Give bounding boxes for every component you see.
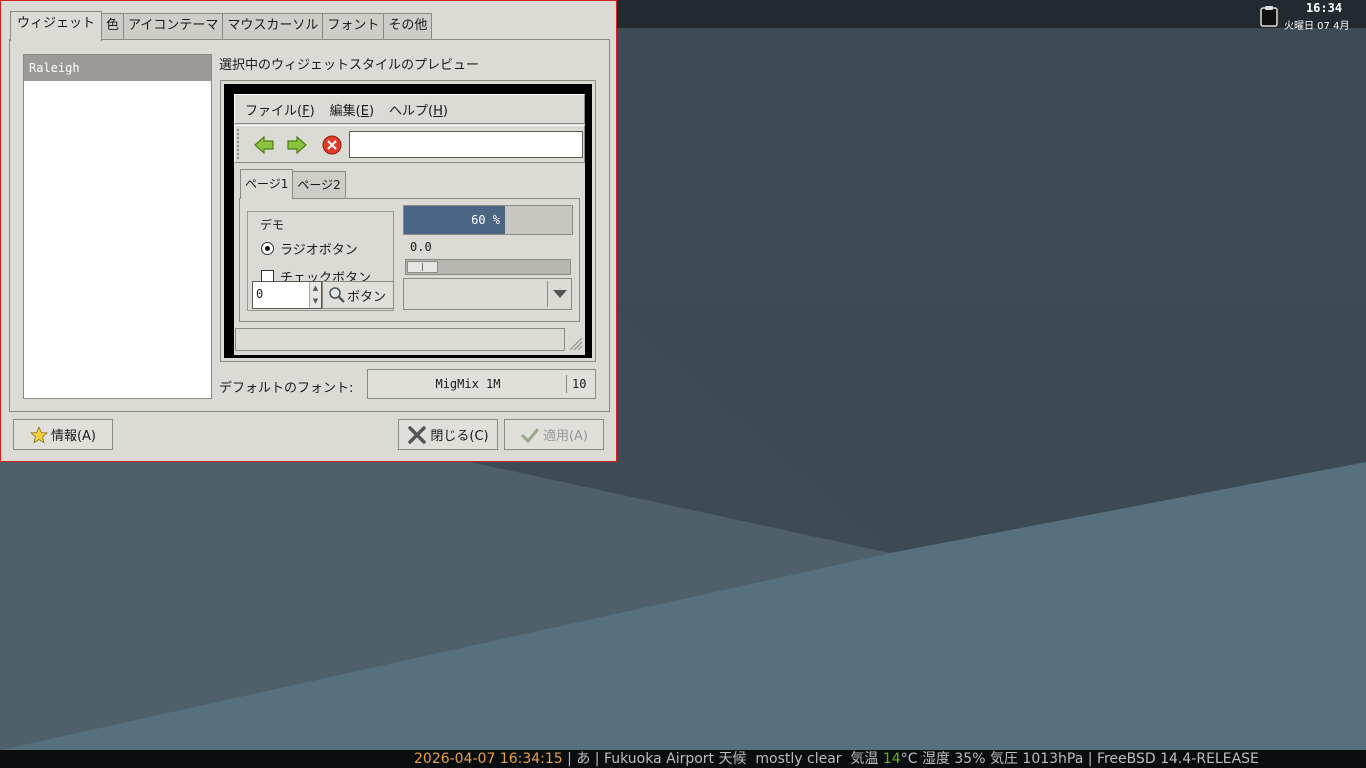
close-button[interactable]: 閉じる(C) [398,419,498,450]
menu-edit[interactable]: 編集(E) [330,100,374,119]
menu-file-mnemonic: F [302,103,310,119]
preview-text-entry[interactable] [349,131,583,158]
preview-toolbar [234,125,585,163]
tab-widget[interactable]: ウィジェット [10,11,103,41]
tab-page2[interactable]: ページ2 [292,171,346,198]
tab-page1[interactable]: ページ1 [240,169,294,199]
clock-time[interactable]: 16:34 [1304,1,1344,15]
menu-help-close-paren: ) [442,103,448,119]
preview-label: 選択中のウィジェットスタイルのプレビュー [219,58,480,73]
forward-arrow-icon[interactable] [286,134,308,156]
preview-menubar: ファイル(F) 編集(E) ヘルプ(H) [234,94,585,124]
preview-border: ファイル(F) 編集(E) ヘルプ(H) ページ1 ページ2 デモ ラジオボタン… [224,84,592,358]
spin-value: 0 [256,287,264,301]
status-datetime: 2026-04-07 16:34:15 [414,751,563,767]
about-button-label: 情報(A) [50,429,97,444]
demo-progress-bar: 60 % [403,205,573,235]
default-font-label: デフォルトのフォント: [219,381,354,396]
status-separator: | [590,751,604,767]
font-picker-button[interactable]: MigMix 1M 10 [367,369,596,399]
preview-window: ファイル(F) 編集(E) ヘルプ(H) ページ1 ページ2 デモ ラジオボタン… [234,94,585,355]
close-button-label: 閉じる(C) [430,429,489,444]
tab-mouse-cursor[interactable]: マウスカーソル [222,13,324,41]
menu-help-mnemonic: H [433,103,443,119]
toolbar-handle[interactable] [237,129,243,159]
menu-edit-mnemonic: E [360,103,369,119]
scale-value: 0.0 [410,240,432,254]
resize-grip-icon[interactable] [567,334,583,352]
apply-button[interactable]: 適用(A) [504,419,604,450]
radio-label: ラジオボタン [280,243,358,258]
demo-scale[interactable] [405,259,571,275]
menu-file-label: ファイル( [245,103,303,119]
menu-help-label: ヘルプ( [389,103,434,119]
star-icon [29,425,48,443]
status-temperature: 14 [882,751,901,767]
font-name: MigMix 1M [435,377,501,391]
tab-other[interactable]: その他 [383,13,433,41]
spin-arrows[interactable]: ▲ ▼ [309,282,321,308]
clock-date: 火曜日 07 4月 [1284,21,1350,32]
scale-slider-handle[interactable] [407,261,438,273]
about-button[interactable]: 情報(A) [13,419,113,450]
tab-font[interactable]: フォント [322,13,385,41]
status-ime: あ [576,751,591,767]
theme-list[interactable]: Raleigh [23,54,212,399]
menu-file-close-paren: ) [309,103,315,119]
preview-tabs: ページ1 ページ2 [240,169,346,199]
radio-indicator[interactable] [261,242,274,255]
font-size: 10 [572,377,587,391]
search-icon [329,287,345,303]
demo-button[interactable]: ボタン [322,281,394,309]
stop-icon[interactable] [321,134,343,156]
preview-statusbar [235,328,565,351]
main-tabs: ウィジェット 色 アイコンテーマ マウスカーソル フォント その他 [10,11,433,41]
menu-file[interactable]: ファイル(F) [245,100,315,119]
menu-edit-close-paren: ) [368,103,375,119]
checkmark-icon [520,427,540,443]
tab-icon-theme[interactable]: アイコンテーマ [123,13,224,41]
menu-help[interactable]: ヘルプ(H) [389,100,448,119]
status-separator: | [562,751,577,767]
menu-edit-label: 編集( [329,103,361,119]
demo-frame-label: デモ [258,216,287,233]
apply-button-label: 適用(A) [542,429,589,444]
demo-button-label: ボタン [347,289,387,305]
preview-tab-page: デモ ラジオボタン チェックボタン 0 ▲ ▼ ボタン 60 % 0.0 [239,198,580,322]
status-os: FreeBSD 14.4-RELEASE [1096,751,1259,767]
font-separator [566,375,567,393]
theme-list-item[interactable]: Raleigh [24,55,211,81]
demo-combo-box[interactable] [403,278,572,310]
chevron-down-icon[interactable] [547,281,571,307]
progress-text: 60 % [471,213,500,227]
status-weather-details: °C 湿度 35% 気圧 1013hPa [900,751,1084,767]
close-icon [408,425,427,444]
tab-color[interactable]: 色 [101,13,125,41]
clipboard-icon[interactable] [1258,5,1280,27]
status-bar: 2026-04-07 16:34:15 | あ | Fukuoka Airpor… [0,750,1366,768]
status-separator: | [1083,751,1097,767]
status-weather: Fukuoka Airport 天候 mostly clear 気温 [603,751,883,767]
demo-radio-button[interactable]: ラジオボタン [261,239,358,258]
widget-tab-page: Raleigh 選択中のウィジェットスタイルのプレビュー ファイル(F) 編集(… [9,39,610,412]
back-arrow-icon[interactable] [253,134,275,156]
appearance-dialog: ウィジェット 色 アイコンテーマ マウスカーソル フォント その他 Raleig… [0,0,617,462]
demo-spin-button[interactable]: 0 ▲ ▼ [252,281,322,309]
preview-frame: ファイル(F) 編集(E) ヘルプ(H) ページ1 ページ2 デモ ラジオボタン… [220,80,596,362]
